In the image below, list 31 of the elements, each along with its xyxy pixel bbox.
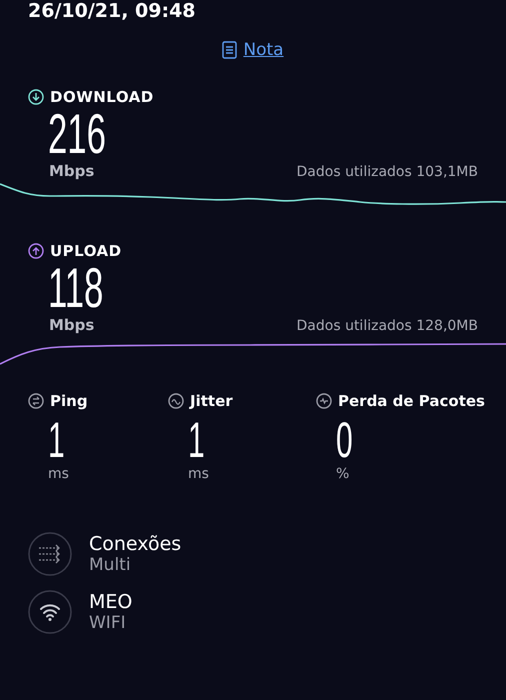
test-date: 26/10/21, 09:48 <box>27 0 197 22</box>
download-icon <box>28 89 44 105</box>
ping-icon <box>28 393 44 409</box>
speed-value: 118 <box>48 260 104 316</box>
upload-icon <box>28 243 44 259</box>
metric-unit: % <box>336 466 350 482</box>
metric-value: 0 <box>336 414 353 466</box>
speed-value: 216 <box>48 106 106 162</box>
arrows-icon <box>28 532 72 576</box>
wave-icon <box>168 393 184 409</box>
data-used: Dados utilizados 103,1MB <box>296 164 478 180</box>
detail-title: Conexões <box>89 533 182 555</box>
metric-label: Ping <box>50 392 88 410</box>
data-used: Dados utilizados 128,0MB <box>296 318 478 334</box>
speed-label: DOWNLOAD <box>50 88 154 106</box>
speed-unit: Mbps <box>49 316 94 334</box>
metric-label: Perda de Pacotes <box>338 392 485 410</box>
detail-title: MEO <box>89 591 132 613</box>
detail-subtitle: WIFI <box>89 613 127 633</box>
speed-unit: Mbps <box>49 162 94 180</box>
wifi-icon <box>28 590 72 634</box>
speed-label: UPLOAD <box>50 242 122 260</box>
metric-label: Jitter <box>190 392 233 410</box>
metric-unit: ms <box>48 466 70 482</box>
note-icon <box>222 41 238 59</box>
pulse-icon <box>316 393 332 409</box>
metric-value: 1 <box>188 414 205 466</box>
detail-subtitle: Multi <box>89 555 132 575</box>
metric-value: 1 <box>48 414 65 466</box>
metric-unit: ms <box>188 466 210 482</box>
note-link[interactable]: Nota <box>243 40 284 60</box>
